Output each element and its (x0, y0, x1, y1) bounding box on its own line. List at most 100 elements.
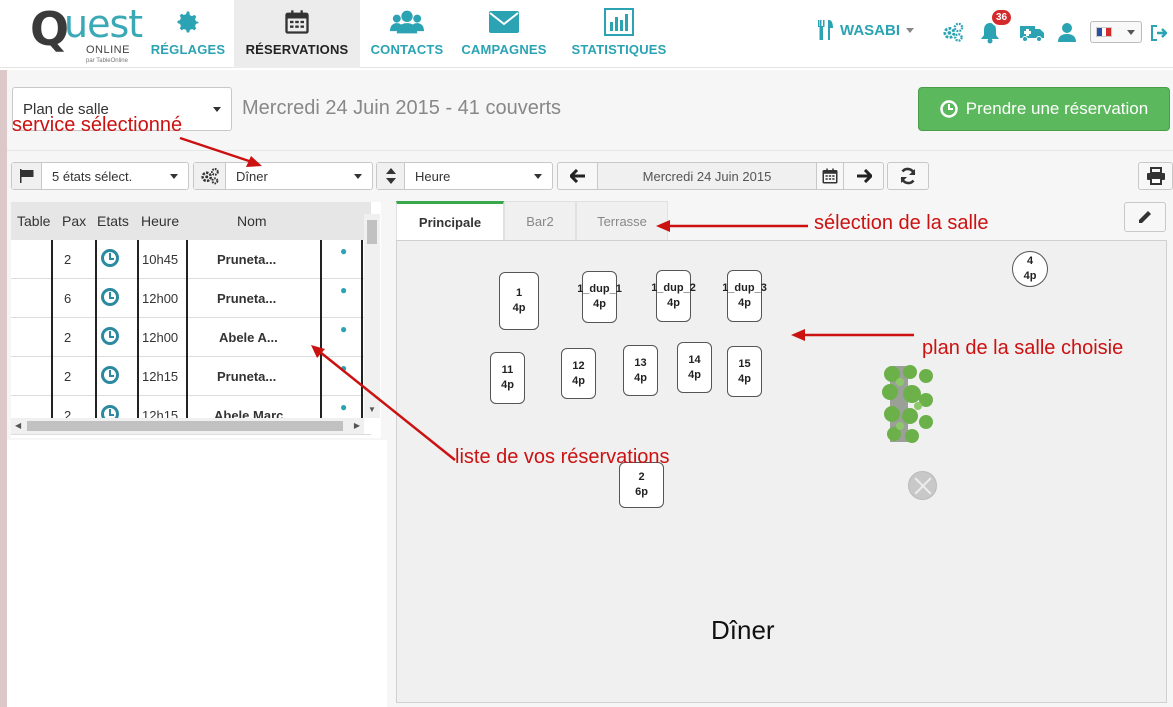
service-label: Dîner (711, 615, 775, 645)
nav-statistiques-label: STATISTIQUES (571, 42, 667, 57)
new-reservation-button[interactable]: Prendre une réservation (918, 87, 1170, 131)
room-tabs: Principale Bar2 Terrasse (396, 201, 668, 241)
arrow-left-icon (569, 169, 585, 183)
table-row[interactable]: 6 12h00 Pruneta... ● (11, 279, 371, 318)
chevron-down-icon (354, 173, 362, 179)
table-13[interactable]: 13 4p (623, 345, 658, 396)
nav-statistiques[interactable]: STATISTIQUES (560, 0, 678, 68)
row-pax: 6 (64, 291, 72, 306)
row-pax: 2 (64, 369, 72, 384)
chevron-down-icon (534, 173, 542, 179)
table-1-dup-3[interactable]: 1_dup_3 4p (722, 270, 767, 322)
scroll-right-icon[interactable]: ▶ (354, 421, 360, 430)
chevron-down-icon (1127, 29, 1135, 35)
chevron-down-icon (170, 173, 178, 179)
left-strip (0, 70, 7, 707)
column-divider (361, 240, 363, 420)
row-nom: Abele A... (219, 330, 278, 345)
tab-terrasse[interactable]: Terrasse (576, 201, 668, 241)
restaurant-name: WASABI (840, 21, 900, 39)
user-icon[interactable] (1058, 22, 1076, 42)
scrollbar-thumb[interactable] (367, 220, 377, 244)
annotation-list: liste de vos réservations (455, 446, 670, 468)
nav-reservations[interactable]: RÉSERVATIONS (234, 0, 360, 68)
table-row[interactable]: 2 10h45 Pruneta... ● (11, 240, 371, 279)
table-15[interactable]: 15 4p (727, 346, 762, 397)
previous-day-button[interactable] (557, 162, 598, 190)
status-dot-icon: ● (340, 244, 348, 258)
chart-icon (604, 8, 634, 36)
next-day-button[interactable] (843, 162, 884, 190)
column-divider (320, 240, 322, 420)
ambulance-icon[interactable] (1020, 24, 1044, 42)
logo[interactable]: Q uest ONLINE par TableOnline (30, 2, 143, 64)
refresh-button[interactable] (887, 162, 929, 190)
print-button[interactable] (1138, 162, 1173, 190)
states-filter[interactable]: 5 états sélect. (11, 162, 189, 190)
col-nom[interactable]: Nom (237, 213, 267, 229)
col-heure[interactable]: Heure (141, 213, 179, 229)
table-1-dup-2[interactable]: 1_dup_2 4p (651, 270, 696, 322)
col-table[interactable]: Table (17, 213, 50, 229)
scroll-down-icon[interactable]: ▼ (368, 405, 376, 414)
clock-icon (101, 288, 119, 306)
scrollbar-thumb[interactable] (27, 421, 343, 431)
calendar-icon (285, 10, 309, 34)
nav-reglages[interactable]: RÉGLAGES (146, 0, 230, 68)
nav-campagnes-label: CAMPAGNES (461, 42, 547, 57)
logout-icon[interactable] (1151, 25, 1167, 41)
logo-q: Q (30, 2, 69, 56)
table-1-dup-1[interactable]: 1_dup_1 4p (577, 271, 622, 323)
new-reservation-label: Prendre une réservation (965, 99, 1149, 118)
clock-icon (940, 100, 958, 118)
nav-campagnes[interactable]: CAMPAGNES (454, 0, 554, 68)
settings-cogs-icon[interactable] (942, 22, 964, 42)
cogs-icon (200, 168, 219, 185)
reservation-list: Table Pax Etats Heure Nom 2 10h45 Prunet… (11, 202, 381, 438)
nav-contacts-label: CONTACTS (370, 42, 444, 57)
date-display[interactable]: Mercredi 24 Juin 2015 (597, 162, 817, 190)
list-footer-area (7, 440, 387, 707)
notification-badge: 36 (990, 8, 1014, 27)
service-select[interactable]: Dîner (193, 162, 373, 190)
row-nom: Pruneta... (217, 291, 277, 306)
table-12[interactable]: 12 4p (561, 348, 596, 399)
divider (7, 150, 1173, 151)
page-title: Mercredi 24 Juin 2015 - 41 couverts (242, 97, 562, 119)
row-heure: 12h15 (142, 369, 179, 384)
annotation-room: sélection de la salle (814, 212, 989, 234)
table-4[interactable]: 4 4p (1012, 251, 1048, 287)
tab-principale[interactable]: Principale (396, 201, 504, 241)
restaurant-selector[interactable]: WASABI (818, 20, 914, 40)
status-dot-icon: ● (340, 400, 348, 414)
row-pax: 2 (64, 252, 72, 267)
logo-uest: uest (64, 2, 143, 46)
planter-decoration-icon (908, 471, 937, 500)
table-row[interactable]: 2 12h15 Pruneta... ● (11, 357, 371, 396)
status-dot-icon: ● (340, 361, 348, 375)
date-picker-button[interactable] (816, 162, 844, 190)
column-divider (51, 240, 53, 420)
row-heure: 10h45 (142, 252, 179, 267)
row-pax: 2 (64, 330, 72, 345)
col-etats[interactable]: Etats (97, 213, 129, 229)
tab-bar2[interactable]: Bar2 (504, 201, 576, 241)
table-11[interactable]: 11 4p (490, 352, 525, 404)
gear-icon (177, 11, 199, 33)
annotation-plan: plan de la salle choisie (922, 337, 1124, 359)
nav-contacts[interactable]: CONTACTS (364, 0, 450, 68)
language-selector[interactable] (1090, 21, 1142, 43)
list-horizontal-scrollbar[interactable]: ◀ ▶ (11, 418, 364, 434)
table-1[interactable]: 1 4p (499, 272, 539, 330)
table-row[interactable]: 2 12h00 Abele A... ● (11, 318, 371, 357)
edit-plan-button[interactable] (1124, 202, 1166, 232)
arrow-right-icon (856, 169, 872, 183)
annotation-service: service sélectionné (12, 114, 183, 136)
list-vertical-scrollbar[interactable]: ▼ (364, 214, 380, 418)
scroll-left-icon[interactable]: ◀ (15, 421, 21, 430)
clock-icon (101, 327, 119, 345)
column-divider (137, 240, 139, 420)
col-pax[interactable]: Pax (62, 213, 86, 229)
sort-select[interactable]: Heure (376, 162, 553, 190)
table-14[interactable]: 14 4p (677, 342, 712, 393)
